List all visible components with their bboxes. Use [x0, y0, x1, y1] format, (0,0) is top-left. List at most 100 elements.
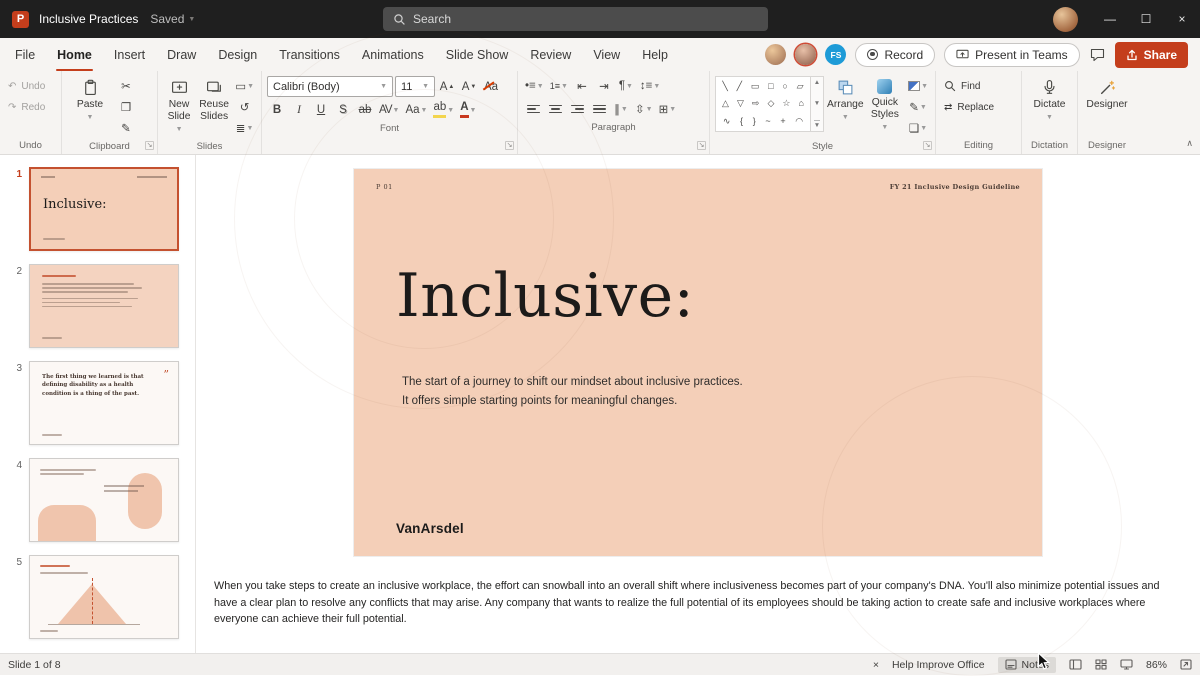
maximize-button[interactable]: ☐ — [1128, 0, 1164, 38]
comment-icon — [1089, 47, 1106, 63]
collapse-ribbon-icon[interactable]: ∧ — [1186, 138, 1193, 149]
shape-icon[interactable]: ⇨ — [752, 98, 760, 109]
tab-draw[interactable]: Draw — [156, 38, 207, 71]
slide-sorter-button[interactable] — [1095, 659, 1107, 670]
text-direction-button[interactable]: ¶▼ — [616, 76, 636, 96]
shape-icon[interactable]: ○ — [782, 81, 787, 92]
chevron-down-icon: ▼ — [881, 124, 888, 132]
shape-icon[interactable]: ▭ — [751, 81, 760, 92]
designer-button[interactable]: Designer — [1084, 76, 1130, 111]
dictate-button[interactable]: Dictate ▼ — [1027, 76, 1072, 122]
minimize-button[interactable]: — — [1092, 0, 1128, 38]
slide-thumbnail-4[interactable] — [29, 458, 179, 542]
thumbnail-quote-text: The first thing we learned is that defin… — [42, 373, 150, 398]
shape-icon[interactable]: ⌂ — [798, 98, 803, 109]
collaborator-avatar[interactable] — [795, 44, 816, 65]
shape-fill-button[interactable]: ▼ — [906, 76, 930, 96]
paste-button[interactable]: Paste ▼ — [67, 76, 113, 122]
replace-button[interactable]: ⇄ Replace — [941, 97, 1016, 117]
autosave-status[interactable]: Saved ▼ — [150, 12, 195, 26]
slide-thumbnail-panel[interactable]: 1 Inclusive: 2 3 — [0, 155, 196, 653]
shape-icon[interactable]: + — [780, 116, 785, 127]
shape-icon[interactable]: ╲ — [722, 81, 727, 92]
shapes-gallery-expand-icon[interactable]: ▼ — [814, 120, 820, 129]
shape-icon[interactable]: { — [740, 116, 743, 127]
record-button[interactable]: Record — [855, 43, 935, 67]
shape-icon[interactable]: ☆ — [782, 98, 790, 109]
line-spacing-button[interactable]: ↕≡▼ — [638, 76, 662, 96]
format-painter-button[interactable]: ✎ — [116, 118, 136, 138]
shapes-scroll-up-icon[interactable]: ▲ — [814, 79, 820, 86]
decrease-indent-button[interactable]: ⇤ — [572, 76, 592, 96]
user-avatar[interactable] — [1053, 7, 1078, 32]
fit-slide-button[interactable] — [1180, 659, 1192, 670]
shape-icon[interactable]: △ — [722, 98, 729, 109]
slide-thumbnail-5[interactable] — [29, 555, 179, 639]
arrange-button[interactable]: Arrange ▼ — [827, 76, 864, 122]
slide-layout-button[interactable]: ▭▼ — [233, 76, 256, 96]
thumbnail-header-bar — [41, 176, 55, 178]
reuse-slides-button[interactable]: Reuse Slides — [198, 76, 230, 123]
clipboard-dialog-launcher[interactable]: ↘ — [145, 141, 154, 150]
quick-styles-button[interactable]: Quick Styles ▼ — [867, 76, 903, 132]
shape-outline-button[interactable]: ✎▼ — [906, 97, 930, 117]
shape-icon[interactable]: ▽ — [737, 98, 744, 109]
shape-icon[interactable]: □ — [768, 81, 773, 92]
shape-icon[interactable]: ~ — [765, 116, 770, 127]
align-text-button[interactable]: ⇳▼ — [633, 99, 655, 119]
ribbon: ↶ Undo ↷ Redo Undo Paste ▼ ✂ ❐ ✎ Clipboa… — [0, 71, 1200, 155]
search-input[interactable]: Search — [383, 7, 768, 31]
slideshow-button[interactable] — [1120, 659, 1133, 670]
shape-icon[interactable]: ∿ — [723, 116, 731, 127]
shape-icon[interactable]: ▱ — [797, 81, 804, 92]
cut-button[interactable]: ✂ — [116, 76, 136, 96]
shapes-scroll-down-icon[interactable]: ▼ — [814, 100, 820, 107]
comments-button[interactable] — [1089, 47, 1106, 63]
slide-title[interactable]: Inclusive: — [396, 261, 694, 331]
convert-to-smartart-button[interactable]: ⊞▼ — [657, 99, 679, 119]
presence-badge[interactable]: FS — [825, 44, 846, 65]
close-button[interactable]: × — [1164, 0, 1200, 38]
increase-indent-button[interactable]: ⇥ — [594, 76, 614, 96]
present-screen-icon — [956, 48, 969, 61]
new-slide-icon — [171, 79, 188, 96]
share-button[interactable]: Share — [1115, 42, 1188, 68]
shape-effects-icon: ❏ — [909, 121, 919, 135]
shapes-grid[interactable]: ╲ ╱ ▭ □ ○ ▱ △ ▽ ⇨ ◇ ☆ ⌂ ∿ {} ~ + ◠ — [715, 76, 811, 132]
tab-home[interactable]: Home — [46, 38, 103, 71]
design-ideas-wand-icon — [1099, 79, 1116, 96]
tab-help[interactable]: Help — [631, 38, 679, 71]
normal-view-button[interactable] — [1069, 659, 1082, 670]
paragraph-dialog-launcher[interactable]: ↘ — [697, 141, 706, 150]
slide-canvas[interactable]: P 01 FY 21 Inclusive Design Guideline In… — [354, 169, 1042, 556]
tab-design[interactable]: Design — [207, 38, 268, 71]
columns-button[interactable]: ∥▼ — [611, 99, 631, 119]
tab-view[interactable]: View — [582, 38, 631, 71]
slide-thumbnail-1[interactable]: Inclusive: — [29, 167, 179, 251]
redo-button[interactable]: ↷ Redo — [5, 97, 56, 117]
slide-thumbnail-2[interactable] — [29, 264, 179, 348]
collaborator-avatar[interactable] — [765, 44, 786, 65]
chevron-down-icon: ▼ — [246, 125, 253, 132]
shapes-gallery[interactable]: ╲ ╱ ▭ □ ○ ▱ △ ▽ ⇨ ◇ ☆ ⌂ ∿ {} ~ + ◠ ▲ ▼ ▼ — [715, 76, 824, 132]
copy-button[interactable]: ❐ — [116, 97, 136, 117]
thumbnail-item-3: 3 The first thing we learned is that def… — [8, 361, 195, 445]
tab-file[interactable]: File — [4, 38, 46, 71]
shape-icon[interactable]: ◇ — [767, 98, 774, 109]
shape-icon[interactable]: ╱ — [737, 81, 742, 92]
present-in-teams-button[interactable]: Present in Teams — [944, 43, 1080, 67]
reset-slide-button[interactable]: ↺ — [233, 97, 256, 117]
undo-button[interactable]: ↶ Undo — [5, 76, 56, 96]
slide-body-text[interactable]: The start of a journey to shift our mind… — [402, 373, 743, 411]
shape-effects-button[interactable]: ❏▼ — [906, 118, 930, 138]
slide-thumbnail-3[interactable]: The first thing we learned is that defin… — [29, 361, 179, 445]
style-dialog-launcher[interactable]: ↘ — [923, 141, 932, 150]
zoom-level-button[interactable]: 86% — [1146, 659, 1167, 671]
tab-insert[interactable]: Insert — [103, 38, 156, 71]
shape-icon[interactable]: } — [753, 116, 756, 127]
find-button[interactable]: Find — [941, 76, 1016, 96]
justify-button[interactable] — [589, 99, 609, 119]
dismiss-help-button[interactable]: × — [873, 659, 879, 671]
shape-icon[interactable]: ◠ — [795, 116, 803, 127]
new-slide-button[interactable]: New Slide ▼ — [163, 76, 195, 134]
